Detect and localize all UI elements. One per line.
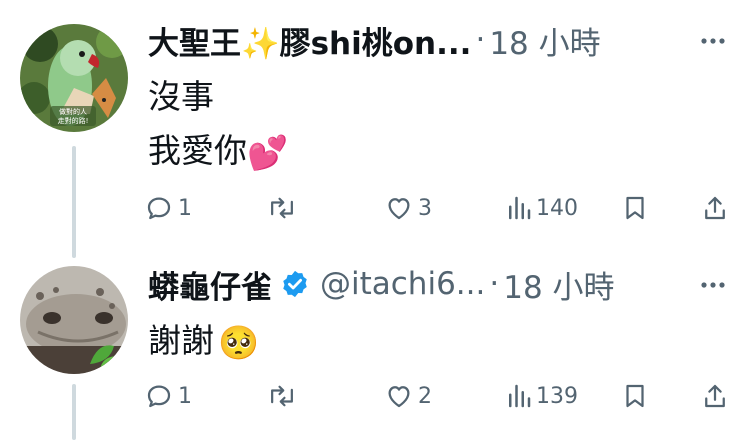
views-icon [509,384,531,408]
verified-icon [283,270,307,298]
tweet-header: 蟒龜仔雀 @itachi6... · 18 小時 [148,262,730,306]
avatar-image [20,266,128,374]
like-button[interactable]: 2 [384,376,432,416]
tweet[interactable]: 做對的人 走對的路! 大聖王✨膠shi桃on... · 18 小時 沒事 我愛你… [0,0,750,258]
separator: · [489,266,500,302]
like-count: 3 [418,195,432,221]
avatar-image: 做對的人 走對的路! [20,24,128,132]
share-button[interactable] [700,188,730,228]
like-icon [388,198,410,220]
emoji: 💕 [247,132,289,172]
separator: · [475,22,486,58]
views-count: 140 [536,195,578,221]
retweet-button[interactable] [266,188,298,228]
reply-button[interactable]: 1 [144,376,192,416]
timestamp[interactable]: 18 小時 [489,18,600,63]
tweet[interactable]: 蟒龜仔雀 @itachi6... · 18 小時 謝謝 🥺 1 2 139 [0,258,750,440]
retweet-button[interactable] [266,376,298,416]
action-bar: 1 2 139 [140,376,740,416]
more-icon[interactable] [698,26,728,56]
timestamp[interactable]: 18 小時 [503,262,614,307]
svg-text:做對的人: 做對的人 [59,107,87,116]
tweet-text-line: 沒事 [148,77,214,116]
share-icon [705,196,725,220]
action-bar: 1 3 140 [140,188,740,228]
reply-icon [147,385,171,408]
display-name[interactable]: 蟒龜仔雀 [148,262,272,307]
user-handle[interactable]: @itachi6... [320,266,485,302]
views-icon [509,196,531,220]
avatar[interactable]: 做對的人 走對的路! [20,24,128,132]
reply-count: 1 [178,195,192,221]
views-button[interactable]: 139 [506,376,578,416]
bookmark-icon [626,384,644,408]
views-count: 139 [536,383,578,409]
more-icon[interactable] [698,270,728,300]
reply-button[interactable]: 1 [144,188,192,228]
tweet-header: 大聖王✨膠shi桃on... · 18 小時 [148,18,730,62]
tweet-text-line: 謝謝 🥺 [148,321,260,362]
avatar[interactable] [20,266,128,374]
retweet-icon [271,385,293,407]
retweet-icon [271,197,293,219]
emoji: 🥺 [218,322,260,362]
bookmark-button[interactable] [620,376,650,416]
bookmark-icon [626,196,644,220]
like-icon [388,386,410,408]
views-button[interactable]: 140 [506,188,578,228]
display-name[interactable]: 大聖王✨膠shi桃on... [148,18,471,63]
bookmark-button[interactable] [620,188,650,228]
like-count: 2 [418,383,432,409]
share-button[interactable] [700,376,730,416]
reply-icon [147,197,171,220]
tweet-text-line: 我愛你💕 [148,131,289,172]
reply-count: 1 [178,383,192,409]
svg-text:走對的路!: 走對的路! [58,116,89,125]
like-button[interactable]: 3 [384,188,432,228]
share-icon [705,384,725,408]
